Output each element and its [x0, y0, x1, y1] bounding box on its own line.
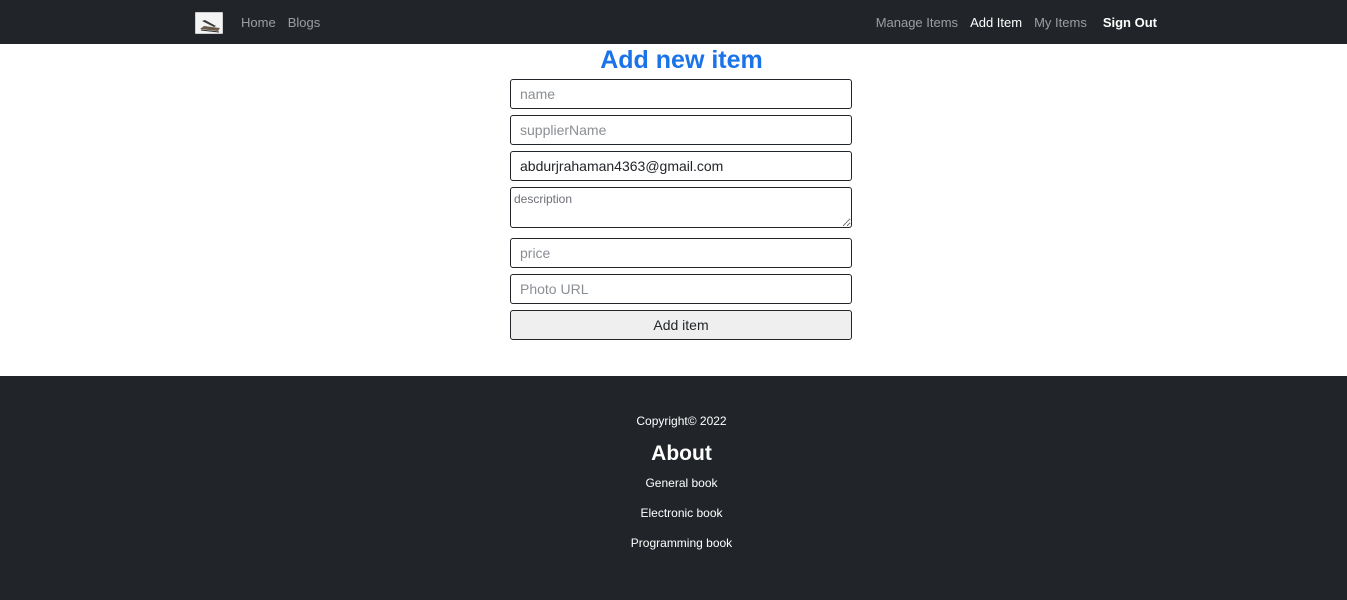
add-item-button[interactable]: Add item: [510, 310, 852, 340]
nav-link-add-item[interactable]: Add Item: [970, 15, 1022, 30]
copyright-text: Copyright© 2022: [636, 414, 727, 428]
footer-link-programming-book[interactable]: Programming book: [0, 536, 1347, 550]
about-heading: About: [651, 442, 712, 465]
footer-link-electronic-book[interactable]: Electronic book: [0, 506, 1347, 520]
nav-link-my-items[interactable]: My Items: [1034, 15, 1087, 30]
footer: Copyright© 2022 About General book Elect…: [0, 376, 1347, 600]
book-logo-icon[interactable]: [195, 12, 223, 34]
nav-right: Manage Items Add Item My Items Sign Out: [864, 0, 1157, 44]
nav-left: Home Blogs: [241, 0, 320, 44]
nav-link-blogs[interactable]: Blogs: [288, 15, 321, 30]
add-item-form: Add item: [510, 79, 852, 340]
footer-link-general-book[interactable]: General book: [0, 476, 1347, 490]
supplier-name-input[interactable]: [510, 115, 852, 145]
about-links: General book Electronic book Programming…: [0, 476, 1347, 566]
photo-url-input[interactable]: [510, 274, 852, 304]
page-title: Add new item: [600, 46, 763, 74]
name-input[interactable]: [510, 79, 852, 109]
sign-out-button[interactable]: Sign Out: [1103, 15, 1157, 30]
nav-link-manage-items[interactable]: Manage Items: [876, 15, 958, 30]
navbar: Home Blogs Manage Items Add Item My Item…: [0, 0, 1347, 44]
email-field[interactable]: [510, 151, 852, 181]
nav-link-home[interactable]: Home: [241, 15, 276, 30]
description-textarea[interactable]: [510, 187, 852, 228]
price-input[interactable]: [510, 238, 852, 268]
